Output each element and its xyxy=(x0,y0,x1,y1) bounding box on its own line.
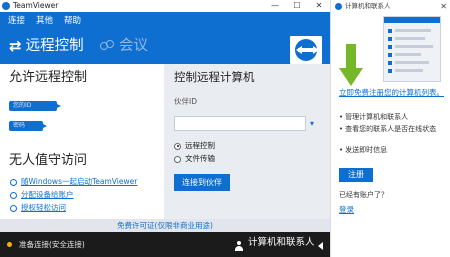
bullet-icon: • xyxy=(339,125,344,133)
tab-meeting[interactable]: 会议 xyxy=(100,38,148,54)
connect-to-partner-button[interactable]: 连接到伙伴 xyxy=(174,174,230,191)
radio-button[interactable] xyxy=(174,155,181,163)
unattended-access-heading: 无人值守访问 xyxy=(9,153,88,168)
status-indicator-icon xyxy=(7,242,12,247)
circle-icon xyxy=(10,204,17,212)
partner-id-label: 伙伴ID xyxy=(174,97,197,106)
have-account-text: 已经有账户了？ xyxy=(339,191,388,199)
feature-item: • 查看您的联系人是否在线状态 xyxy=(339,125,449,134)
feature-label: 查看您的联系人是否在线状态 xyxy=(345,125,437,133)
close-icon[interactable]: ✕ xyxy=(440,1,447,12)
tab-remote-control[interactable]: ⇄ 远程控制 xyxy=(9,38,84,54)
side-panel-title: 计算机和联系人 xyxy=(345,2,391,10)
radio-remote-control[interactable]: 远程控制 xyxy=(174,141,215,151)
your-id-label: 您的ID xyxy=(13,102,32,109)
menu-bar: 连接 其他 帮助 xyxy=(0,12,330,30)
easy-access-link[interactable]: 授权轻松访问 xyxy=(10,203,66,213)
person-icon[interactable] xyxy=(234,241,243,251)
control-remote-panel: 控制远程计算机 伙伴ID ▾ 远程控制 文件传输 连接到伙伴 xyxy=(164,64,330,232)
contacts-list-illustration xyxy=(383,16,441,82)
window-controls: — ☐ ✕ xyxy=(264,0,330,12)
mode-tabs: ⇄ 远程控制 会议 xyxy=(0,30,330,64)
expand-panel-icon[interactable] xyxy=(318,242,323,250)
bullet-icon: • xyxy=(339,113,344,121)
tab-meeting-label: 会议 xyxy=(119,38,148,54)
chevron-down-icon[interactable]: ▾ xyxy=(306,116,318,131)
radio-file-transfer-label: 文件传输 xyxy=(185,154,215,163)
easy-access-label: 授权轻松访问 xyxy=(21,203,66,212)
assign-device-label: 分配设备给账户 xyxy=(21,190,74,199)
teamviewer-logo xyxy=(290,36,322,64)
feature-label: 管理计算机和联系人 xyxy=(345,113,409,121)
bullet-icon: • xyxy=(339,146,344,154)
minimize-button[interactable]: — xyxy=(264,0,286,12)
main-window: TeamViewer — ☐ ✕ 连接 其他 帮助 ⇄ 远程控制 会议 允许远程… xyxy=(0,0,330,257)
control-remote-heading: 控制远程计算机 xyxy=(174,70,255,84)
password-tag: 密码 xyxy=(9,121,47,131)
register-promo-link[interactable]: 立即免费注册您的计算机列表。 xyxy=(339,88,449,98)
status-text: 准备连接(安全连接) xyxy=(19,240,85,249)
allow-remote-control-heading: 允许远程控制 xyxy=(9,70,88,85)
feature-label: 发送即时信息 xyxy=(345,146,388,154)
your-id-tag: 您的ID xyxy=(9,101,61,111)
swap-arrows-icon: ⇄ xyxy=(9,37,22,55)
status-bar: 准备连接(安全连接) 计算机和联系人 xyxy=(0,232,330,257)
arrow-down-icon xyxy=(339,44,363,90)
teamviewer-app-icon xyxy=(2,2,10,10)
radio-remote-control-label: 远程控制 xyxy=(185,141,215,150)
login-link[interactable]: 登录 xyxy=(339,205,354,214)
license-notice[interactable]: 免费许可证(仅限非商业用途) xyxy=(0,219,330,232)
allow-remote-control-panel: 允许远程控制 您的ID 密码 无人值守访问 随Windows一起启动TeamVi… xyxy=(0,64,164,232)
circle-icon xyxy=(10,191,17,199)
maximize-button[interactable]: ☐ xyxy=(286,0,308,12)
side-panel-header: 计算机和联系人 ✕ xyxy=(331,0,450,13)
feature-item: • 管理计算机和联系人 xyxy=(339,113,449,122)
start-with-windows-link[interactable]: 随Windows一起启动TeamViewer xyxy=(10,177,137,187)
menu-help[interactable]: 帮助 xyxy=(64,14,81,28)
partner-id-input[interactable] xyxy=(174,116,306,131)
computers-contacts-button[interactable]: 计算机和联系人 xyxy=(248,237,315,248)
circle-icon xyxy=(10,178,17,186)
register-button[interactable]: 注册 xyxy=(339,168,373,182)
tab-remote-control-label: 远程控制 xyxy=(25,38,84,54)
menu-connection[interactable]: 连接 xyxy=(8,14,25,28)
close-button[interactable]: ✕ xyxy=(308,0,330,12)
radio-button-checked[interactable] xyxy=(174,142,181,150)
teamviewer-small-icon xyxy=(335,3,342,10)
title-bar: TeamViewer — ☐ ✕ xyxy=(0,0,330,12)
start-with-windows-label: 随Windows一起启动TeamViewer xyxy=(21,177,138,186)
menu-extras[interactable]: 其他 xyxy=(36,14,53,28)
feature-item: • 发送即时信息 xyxy=(339,146,449,155)
assign-device-link[interactable]: 分配设备给账户 xyxy=(10,190,74,200)
people-icon xyxy=(100,39,115,53)
window-title: TeamViewer xyxy=(13,1,59,10)
radio-file-transfer[interactable]: 文件传输 xyxy=(174,154,215,164)
password-label: 密码 xyxy=(13,122,26,129)
computers-contacts-panel: 计算机和联系人 ✕ 立即免费注册您的计算机列表。 • 管理计算机和联系人 • 查… xyxy=(330,0,450,257)
